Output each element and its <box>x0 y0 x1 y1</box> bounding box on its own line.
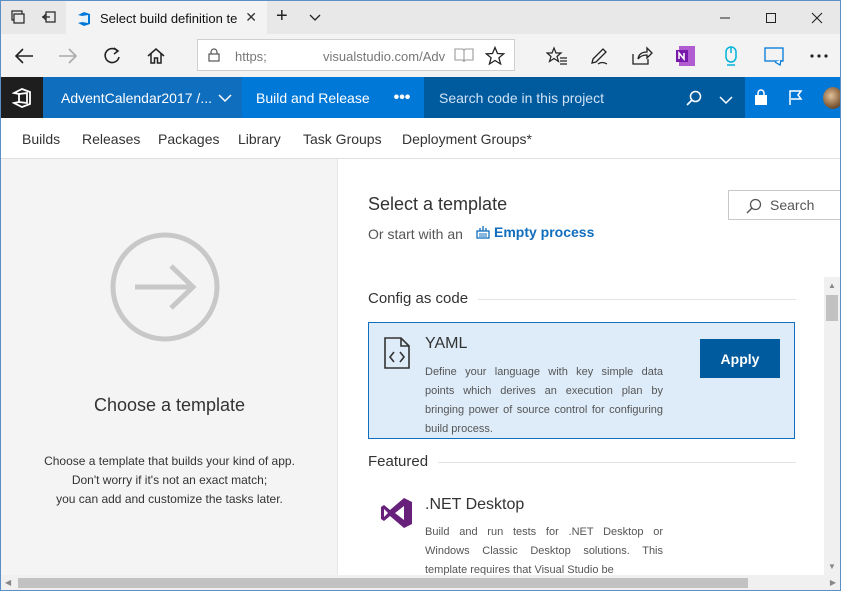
more-options-icon[interactable] <box>807 44 831 68</box>
share-icon[interactable] <box>630 44 654 68</box>
hub-more-button[interactable]: ••• <box>380 77 424 118</box>
favorites-hub-icon[interactable] <box>545 44 569 68</box>
empty-process-icon <box>476 226 490 239</box>
code-file-icon <box>383 337 411 374</box>
vsts-logo-icon[interactable] <box>1 77 43 118</box>
desc-line: Don't worry if it's not an exact match; <box>71 473 268 487</box>
hub-build-and-release[interactable]: Build and Release <box>242 77 380 118</box>
template-description: Define your language with key simple dat… <box>425 366 663 435</box>
build-release-subnav: Builds Releases Packages Library Task Gr… <box>1 118 840 159</box>
choose-template-description: Choose a template that builds your kind … <box>1 452 338 509</box>
select-template-title: Select a template <box>368 194 508 214</box>
scrollbar-thumb[interactable] <box>18 578 748 588</box>
or-start-label: Or start with an <box>368 226 463 242</box>
horizontal-scrollbar[interactable]: ◀ ▶ <box>1 575 840 590</box>
vsts-favicon-icon <box>76 11 92 27</box>
forward-arrow-icon[interactable] <box>56 44 80 68</box>
subnav-deployment-groups[interactable]: Deployment Groups* <box>402 131 532 147</box>
template-title[interactable]: .NET Desktop <box>425 496 524 514</box>
home-icon[interactable] <box>144 44 168 68</box>
project-name: AdventCalendar2017 /... <box>61 89 212 106</box>
empty-process-label: Empty process <box>494 224 595 240</box>
visual-studio-icon <box>380 496 414 535</box>
template-search-input[interactable]: Search <box>728 190 840 220</box>
back-arrow-icon[interactable] <box>12 44 36 68</box>
notifications-flag-icon[interactable] <box>787 89 805 107</box>
close-window-icon[interactable] <box>794 1 840 34</box>
scrollbar-thumb[interactable] <box>826 295 838 321</box>
subnav-library[interactable]: Library <box>238 131 281 147</box>
section-featured: Featured <box>368 453 439 470</box>
user-avatar[interactable] <box>823 87 840 109</box>
url-scheme: https; <box>235 49 267 64</box>
tab-title: Select build definition te <box>100 11 238 26</box>
window-controls <box>702 1 840 34</box>
lock-icon <box>208 48 220 67</box>
new-tab-icon[interactable]: + <box>276 6 288 26</box>
vsts-header: AdventCalendar2017 /... Build and Releas… <box>1 77 840 118</box>
desc-line: you can add and customize the tasks late… <box>56 492 283 506</box>
search-placeholder: Search <box>770 197 815 213</box>
chevron-down-icon[interactable] <box>307 9 323 25</box>
chevron-down-icon[interactable] <box>719 92 733 108</box>
set-tabs-aside-icon[interactable] <box>41 9 57 25</box>
feedback-icon[interactable] <box>763 44 787 68</box>
subnav-releases[interactable]: Releases <box>82 131 140 147</box>
template-title: YAML <box>425 335 468 352</box>
favorite-star-icon[interactable] <box>484 45 506 71</box>
browser-navbar: https; visualstudio.com/Adv <box>1 34 840 77</box>
project-selector[interactable]: AdventCalendar2017 /... <box>43 77 242 118</box>
choose-template-pane: Choose a template Choose a template that… <box>1 159 338 575</box>
mouse-extension-icon[interactable] <box>719 44 743 68</box>
browser-window: Select build definition te ✕ + https; vi… <box>0 0 841 591</box>
marketplace-bag-icon[interactable] <box>752 89 770 107</box>
code-search-box[interactable]: Search code in this project <box>424 77 745 118</box>
subnav-builds[interactable]: Builds <box>22 131 60 147</box>
onenote-icon[interactable] <box>674 44 698 68</box>
browser-titlebar: Select build definition te ✕ + <box>1 1 840 34</box>
refresh-icon[interactable] <box>100 44 124 68</box>
search-placeholder: Search code in this project <box>439 89 604 106</box>
section-config-as-code: Config as code <box>368 290 479 307</box>
scroll-right-icon[interactable]: ▶ <box>830 578 836 587</box>
template-list-pane: Select a template Or start with an Empty… <box>338 159 840 575</box>
web-note-pen-icon[interactable] <box>587 44 611 68</box>
maximize-icon[interactable] <box>748 1 794 34</box>
template-description: Build and run tests for .NET Desktop or … <box>425 526 663 575</box>
reading-view-icon[interactable] <box>454 47 474 68</box>
tab-preview-icon[interactable] <box>10 9 26 25</box>
close-tab-icon[interactable]: ✕ <box>245 9 257 26</box>
search-icon <box>746 198 762 214</box>
address-bar[interactable]: https; visualstudio.com/Adv <box>197 39 515 71</box>
yaml-template-card[interactable]: YAML Define your language with key simpl… <box>368 322 795 439</box>
browser-tab-active[interactable]: Select build definition te ✕ <box>66 1 267 34</box>
minimize-icon[interactable] <box>702 1 748 34</box>
apply-button[interactable]: Apply <box>700 339 780 378</box>
chevron-down-icon <box>218 91 232 107</box>
vertical-scrollbar[interactable]: ▲ ▼ <box>824 277 840 575</box>
arrow-right-circle-icon <box>109 231 221 348</box>
scroll-left-icon[interactable]: ◀ <box>5 578 11 587</box>
subnav-task-groups[interactable]: Task Groups <box>303 131 382 147</box>
url-host: visualstudio.com/Adv <box>323 49 446 64</box>
scroll-up-icon[interactable]: ▲ <box>828 281 836 290</box>
scroll-down-icon[interactable]: ▼ <box>828 562 836 571</box>
choose-template-title: Choose a template <box>93 395 246 415</box>
search-icon[interactable] <box>686 90 702 109</box>
empty-process-link[interactable]: Empty process <box>476 224 594 240</box>
subnav-packages[interactable]: Packages <box>158 131 219 147</box>
desc-line: Choose a template that builds your kind … <box>44 454 295 468</box>
